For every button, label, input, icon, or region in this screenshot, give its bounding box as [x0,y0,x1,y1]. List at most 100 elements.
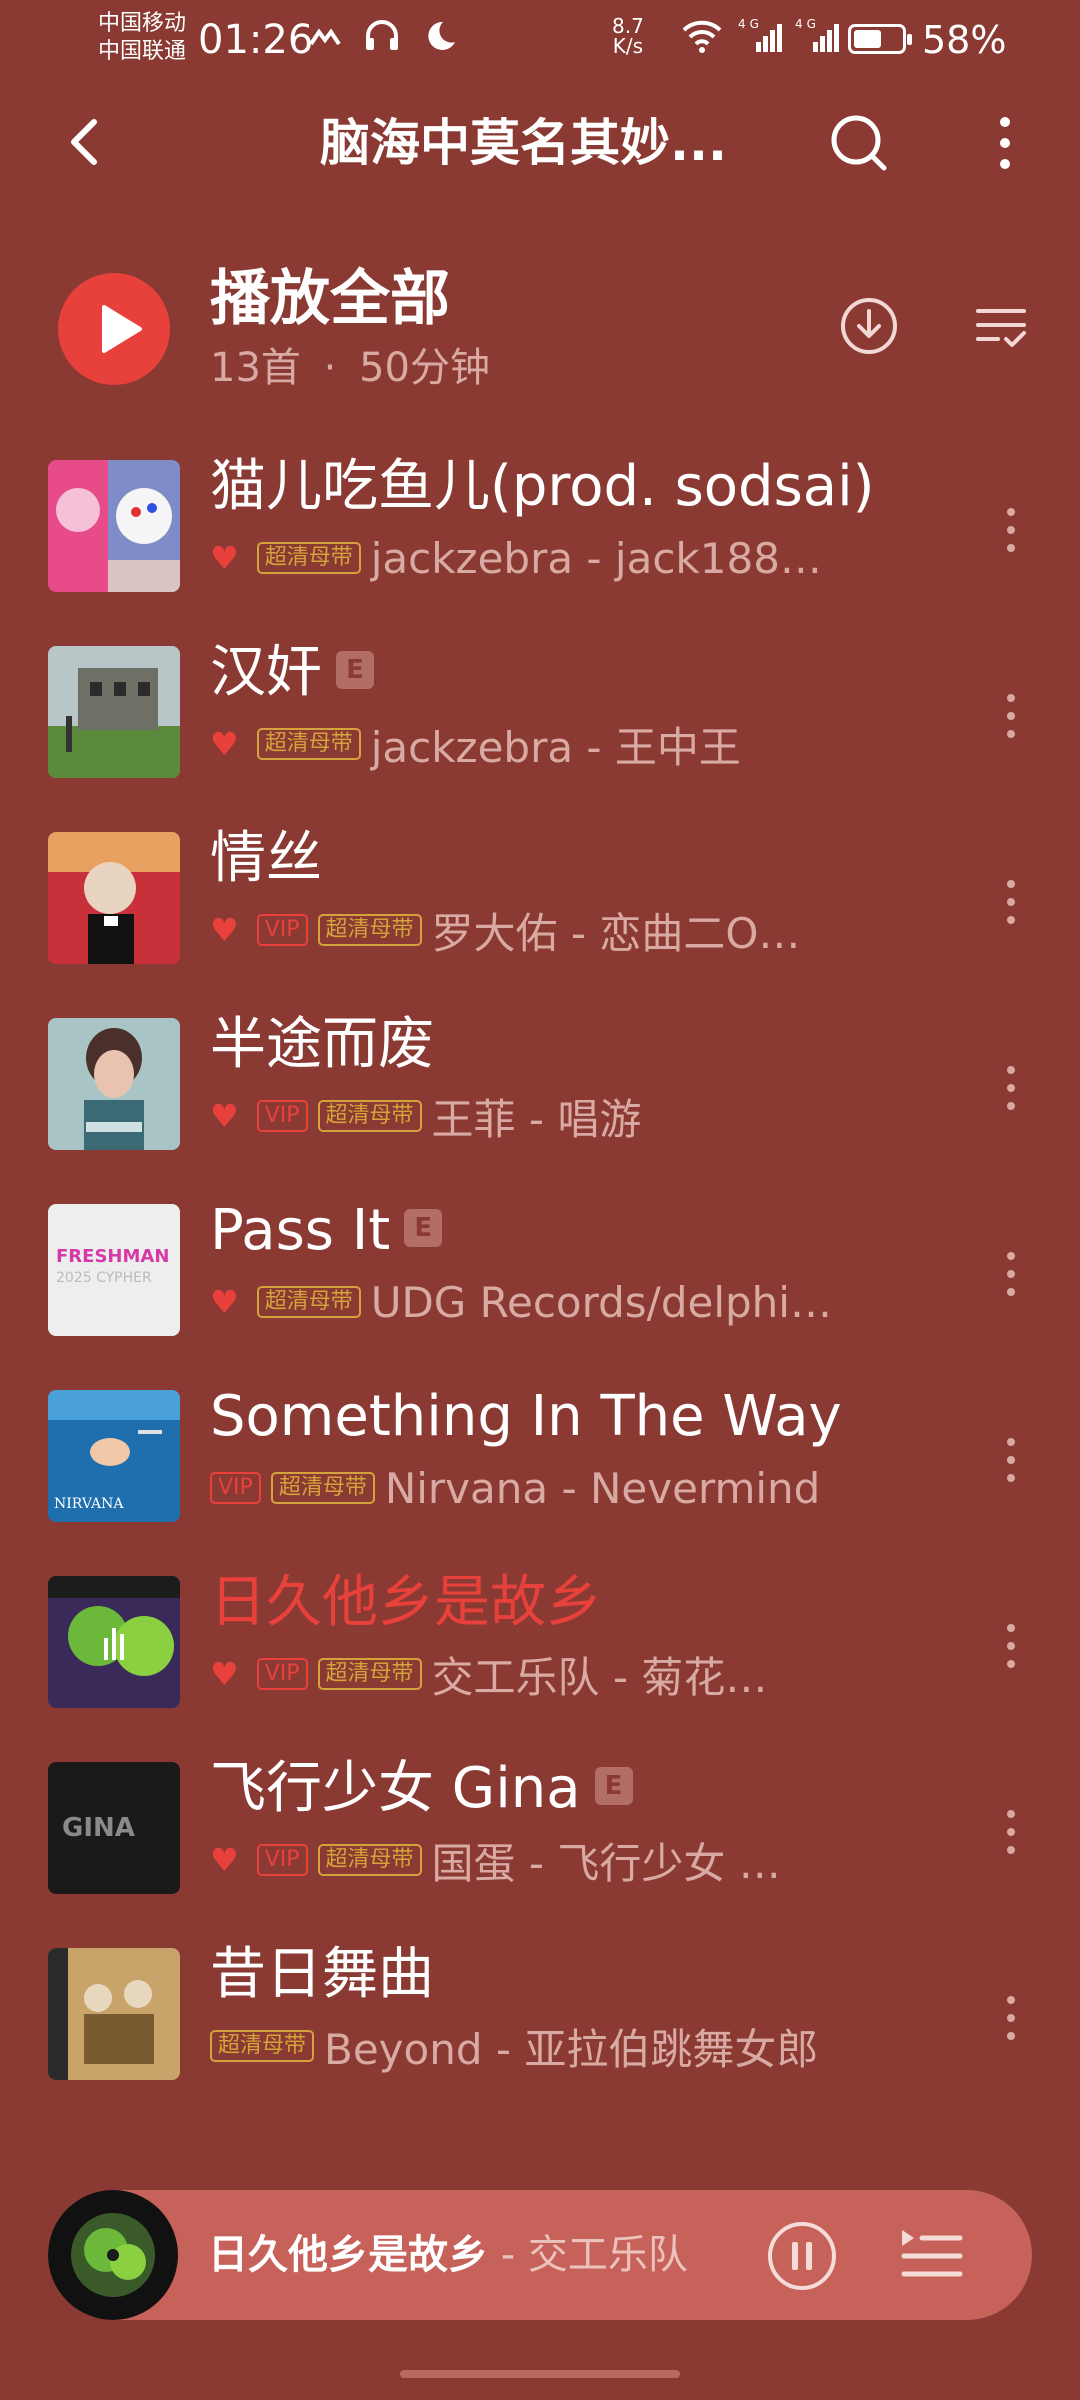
playlist-icon [901,2230,963,2277]
song-row[interactable]: FRESHMAN 2025 CYPHER Pass It E ♥ 超清母带 UDG … [0,1194,1080,1380]
hq-tag: 超清母带 [317,1658,422,1690]
signal-icons: 4G 4G [680,16,840,64]
vip-tag: VIP [256,1844,308,1876]
song-row[interactable]: 半途而废 ♥ VIP 超清母带 王菲 - 唱游 [0,1008,1080,1194]
album-cover [48,1018,180,1150]
playlist-title: 脑海中莫名其妙... [320,114,727,172]
song-title: 汉奸 E [210,638,374,708]
more-vertical-icon [1007,1810,1015,1854]
song-more-button[interactable] [996,1244,1026,1304]
song-row-playing[interactable]: 日久他乡是故乡 ♥ VIP 超清母带 交工乐队 - 菊花… [0,1566,1080,1752]
liked-heart-icon[interactable]: ♥ [210,1844,239,1876]
song-more-button[interactable] [996,686,1026,746]
song-title-text: 日久他乡是故乡 [210,1570,602,1635]
song-meta: ♥ VIP 超清母带 王菲 - 唱游 [210,1088,641,1144]
play-all-label[interactable]: 播放全部 [210,261,450,337]
song-title: 日久他乡是故乡 [210,1568,602,1638]
playlist-summary: 13首 · 50分钟 [210,343,490,393]
more-vertical-icon [1007,1624,1015,1668]
artist-album: Beyond - 亚拉伯跳舞女郎 [324,2024,819,2074]
pause-icon [768,2222,836,2290]
svg-text:4G: 4G [795,17,820,31]
explicit-tag: E [594,1766,633,1805]
song-row[interactable]: 猫儿吃鱼儿(prod. sodsai) ♥ 超清母带 jackzebra - j… [0,450,1080,636]
top-bar: 脑海中莫名其妙... [0,90,1080,200]
song-row[interactable]: NIRVANA Something In The Way VIP 超清母带 Ni… [0,1380,1080,1566]
liked-heart-icon[interactable]: ♥ [210,1658,239,1690]
manage-list-button[interactable] [968,293,1034,359]
song-meta: ♥ VIP 超清母带 国蛋 - 飞行少女 … [210,1832,781,1888]
cover-text: GINA [62,1813,135,1843]
play-all-row: 播放全部 13首 · 50分钟 [0,255,1080,405]
download-button[interactable] [836,293,902,359]
pause-button[interactable] [766,2220,838,2292]
status-bar: 中国移动 中国联通 01:26 8.7 K/s 4G 4G 58% [0,0,1080,80]
network-speed: 8.7 K/s [612,16,644,56]
svg-text:4G: 4G [738,17,763,31]
hq-tag: 超清母带 [256,728,361,760]
hq-tag: 超清母带 [317,914,422,946]
total-duration: 50分钟 [359,345,490,391]
song-title-text: Something In The Way [210,1384,842,1449]
cover-text: NIRVANA [54,1496,124,1512]
liked-heart-icon[interactable]: ♥ [210,1100,239,1132]
liked-heart-icon[interactable]: ♥ [210,1286,239,1318]
headphones-icon [365,20,398,50]
artist-album: 交工乐队 - 菊花… [431,1652,768,1702]
song-meta: VIP 超清母带 Nirvana - Nevermind [210,1460,820,1516]
hq-tag: 超清母带 [317,1100,422,1132]
song-row[interactable]: 昔日舞曲 超清母带 Beyond - 亚拉伯跳舞女郎 [0,1938,1080,2124]
song-row[interactable]: GINA 飞行少女 Gina E ♥ VIP 超清母带 国蛋 - 飞行少女 … [0,1752,1080,1938]
now-playing-title: 日久他乡是故乡 [208,2232,488,2278]
moon-icon [427,21,455,50]
mini-player-text[interactable]: 日久他乡是故乡 - 交工乐队 [208,2220,688,2290]
vip-tag: VIP [256,914,308,946]
song-more-button[interactable] [996,1430,1026,1490]
download-icon [841,298,897,354]
more-vertical-icon [1007,880,1015,924]
status-time: 01:26 [198,17,314,63]
more-vertical-icon [1007,1996,1015,2040]
album-cover: FRESHMAN 2025 CYPHER [48,1204,180,1336]
liked-heart-icon[interactable]: ♥ [210,542,239,574]
liked-heart-icon[interactable]: ♥ [210,914,239,946]
song-row[interactable]: 汉奸 E ♥ 超清母带 jackzebra - 王中王 [0,636,1080,822]
hq-tag: 超清母带 [210,2030,315,2062]
song-title: Something In The Way [210,1382,842,1452]
home-indicator[interactable] [400,2370,680,2378]
liked-heart-icon[interactable]: ♥ [210,728,239,760]
battery-percent: 58% [922,18,1007,62]
explicit-tag: E [336,650,374,689]
song-more-button[interactable] [996,1058,1026,1118]
playlist-button[interactable] [896,2220,968,2292]
song-more-button[interactable] [996,500,1026,560]
cell-signal-2-icon: 4G [795,17,840,52]
artist-album: 国蛋 - 飞行少女 … [431,1838,781,1888]
hq-tag: 超清母带 [317,1844,422,1876]
more-vertical-icon [1007,1066,1015,1110]
hq-tag: 超清母带 [256,1286,361,1318]
song-more-button[interactable] [996,1802,1026,1862]
song-row[interactable]: 情丝 ♥ VIP 超清母带 罗大佑 - 恋曲二O… [0,822,1080,1008]
song-more-button[interactable] [996,1616,1026,1676]
song-more-button[interactable] [996,1988,1026,2048]
more-options-button[interactable] [980,110,1030,176]
back-button[interactable] [56,112,116,172]
explicit-tag: E [404,1208,443,1247]
song-title-text: 汉奸 [210,640,322,705]
album-cover: GINA [48,1762,180,1894]
song-more-button[interactable] [996,872,1026,932]
cover-text: FRESHMAN [56,1246,169,1267]
list-check-icon [976,309,1026,347]
album-cover [48,646,180,778]
more-vertical-icon [1000,117,1010,169]
vip-tag: VIP [256,1658,308,1690]
mini-player-cover[interactable] [48,2190,178,2320]
more-vertical-icon [1007,508,1015,552]
song-meta: ♥ 超清母带 jackzebra - 王中王 [210,716,741,772]
search-button[interactable] [826,110,892,176]
song-title-text: 情丝 [210,826,322,891]
net-speed-value: 8.7 [612,14,644,38]
play-all-button[interactable] [58,273,170,385]
song-title-text: Pass It [210,1198,391,1263]
